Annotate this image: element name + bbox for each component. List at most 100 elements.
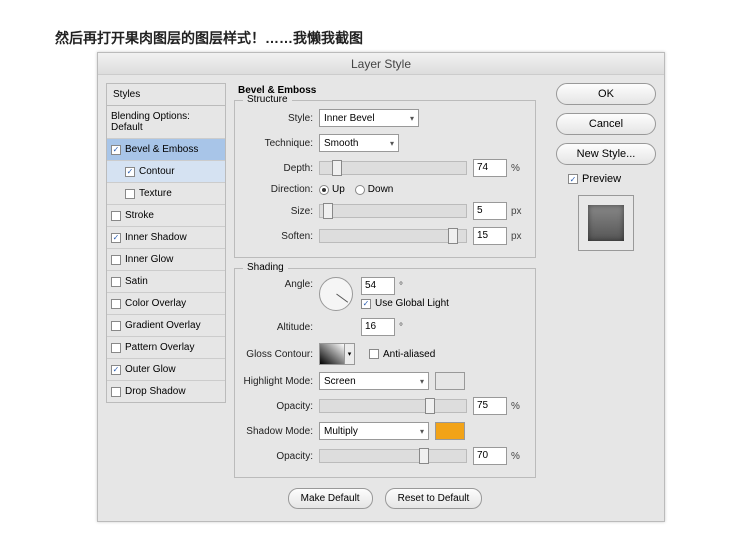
structure-fieldset: Structure Style: Inner Bevel▾ Technique:… (234, 100, 536, 258)
antialiased-checkbox[interactable] (369, 349, 379, 359)
right-column: OK Cancel New Style... Preview (556, 83, 656, 251)
direction-down-radio[interactable] (355, 185, 365, 195)
highlight-opacity-unit: % (511, 401, 527, 412)
style-row[interactable]: Outer Glow (107, 359, 225, 381)
styles-header[interactable]: Styles (106, 83, 226, 106)
style-label: Drop Shadow (125, 386, 186, 397)
shadow-mode-label: Shadow Mode: (243, 426, 319, 437)
make-default-button[interactable]: Make Default (288, 488, 373, 509)
highlight-opacity-input[interactable]: 75 (473, 397, 507, 415)
style-checkbox[interactable] (111, 365, 121, 375)
gloss-contour-dropdown[interactable]: ▾ (345, 343, 355, 365)
highlight-mode-select[interactable]: Screen ▾ (319, 372, 429, 390)
altitude-input[interactable]: 16 (361, 318, 395, 336)
style-checkbox[interactable] (111, 321, 121, 331)
style-label: Blending Options: Default (111, 111, 221, 133)
style-label: Pattern Overlay (125, 342, 194, 353)
style-row[interactable]: Texture (107, 183, 225, 205)
style-row[interactable]: Contour (107, 161, 225, 183)
style-value: Inner Bevel (324, 113, 375, 124)
style-checkbox[interactable] (111, 145, 121, 155)
style-checkbox[interactable] (111, 299, 121, 309)
depth-label: Depth: (243, 163, 319, 174)
page-caption: 然后再打开果肉图层的图层样式！……我懒我截图 (0, 0, 731, 48)
style-row[interactable]: Drop Shadow (107, 381, 225, 402)
chevron-down-icon: ▾ (420, 377, 424, 386)
style-row[interactable]: Inner Shadow (107, 227, 225, 249)
highlight-color-swatch[interactable] (435, 372, 465, 390)
highlight-opacity-slider[interactable] (319, 399, 467, 413)
shadow-opacity-input[interactable]: 70 (473, 447, 507, 465)
style-checkbox[interactable] (111, 343, 121, 353)
style-row[interactable]: Gradient Overlay (107, 315, 225, 337)
dialog-title: Layer Style (98, 53, 664, 75)
style-checkbox[interactable] (111, 233, 121, 243)
soften-unit: px (511, 231, 527, 242)
style-row[interactable]: Color Overlay (107, 293, 225, 315)
style-label: Style: (243, 113, 319, 124)
size-input[interactable]: 5 (473, 202, 507, 220)
style-row[interactable]: Pattern Overlay (107, 337, 225, 359)
direction-label: Direction: (243, 184, 319, 195)
depth-slider[interactable] (319, 161, 467, 175)
style-checkbox[interactable] (111, 255, 121, 265)
style-row[interactable]: Inner Glow (107, 249, 225, 271)
shading-legend: Shading (243, 262, 288, 273)
size-unit: px (511, 206, 527, 217)
shadow-color-swatch[interactable] (435, 422, 465, 440)
style-row[interactable]: Stroke (107, 205, 225, 227)
depth-unit: % (511, 163, 527, 174)
dir-up-label: Up (332, 184, 345, 195)
new-style-button[interactable]: New Style... (556, 143, 656, 165)
technique-value: Smooth (324, 138, 358, 149)
chevron-down-icon: ▾ (420, 427, 424, 436)
chevron-down-icon: ▾ (390, 139, 394, 148)
highlight-mode-value: Screen (324, 376, 356, 387)
soften-label: Soften: (243, 231, 319, 242)
chevron-down-icon: ▾ (410, 114, 414, 123)
highlight-opacity-label: Opacity: (243, 401, 319, 412)
shadow-mode-select[interactable]: Multiply ▾ (319, 422, 429, 440)
angle-dial[interactable] (319, 277, 353, 311)
gloss-contour-picker[interactable] (319, 343, 345, 365)
style-label: Texture (139, 188, 172, 199)
size-slider[interactable] (319, 204, 467, 218)
shadow-opacity-unit: % (511, 451, 527, 462)
style-label: Inner Shadow (125, 232, 187, 243)
preview-swatch (578, 195, 634, 251)
technique-select[interactable]: Smooth ▾ (319, 134, 399, 152)
style-label: Stroke (125, 210, 154, 221)
depth-input[interactable]: 74 (473, 159, 507, 177)
style-checkbox[interactable] (111, 211, 121, 221)
soften-input[interactable]: 15 (473, 227, 507, 245)
style-checkbox[interactable] (111, 387, 121, 397)
style-label: Inner Glow (125, 254, 173, 265)
styles-list: Blending Options: DefaultBevel & EmbossC… (106, 106, 226, 403)
style-checkbox[interactable] (125, 189, 135, 199)
preview-inner (588, 205, 624, 241)
direction-up-radio[interactable] (319, 185, 329, 195)
shadow-opacity-slider[interactable] (319, 449, 467, 463)
angle-input[interactable]: 54 (361, 277, 395, 295)
dir-down-label: Down (368, 184, 394, 195)
style-checkbox[interactable] (125, 167, 135, 177)
altitude-label: Altitude: (243, 322, 319, 333)
preview-label: Preview (582, 173, 621, 185)
size-label: Size: (243, 206, 319, 217)
cancel-button[interactable]: Cancel (556, 113, 656, 135)
shading-fieldset: Shading Angle: 54 ° Use Global Light (234, 268, 536, 478)
ok-button[interactable]: OK (556, 83, 656, 105)
style-row[interactable]: Bevel & Emboss (107, 139, 225, 161)
reset-default-button[interactable]: Reset to Default (385, 488, 483, 509)
style-row[interactable]: Blending Options: Default (107, 106, 225, 139)
angle-label: Angle: (243, 277, 319, 290)
style-row[interactable]: Satin (107, 271, 225, 293)
global-light-checkbox[interactable] (361, 299, 371, 309)
shadow-mode-value: Multiply (324, 426, 358, 437)
style-select[interactable]: Inner Bevel ▾ (319, 109, 419, 127)
angle-unit: ° (399, 281, 415, 292)
soften-slider[interactable] (319, 229, 467, 243)
preview-checkbox[interactable] (568, 174, 578, 184)
style-checkbox[interactable] (111, 277, 121, 287)
style-label: Gradient Overlay (125, 320, 201, 331)
